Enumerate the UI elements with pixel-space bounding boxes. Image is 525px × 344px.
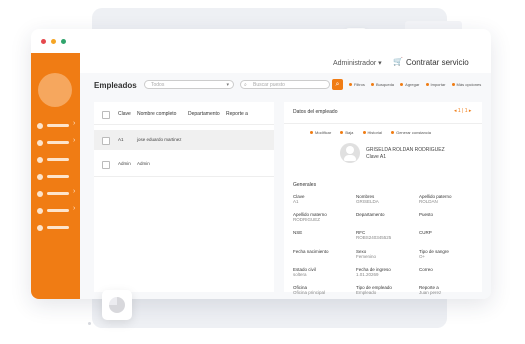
page-title: Empleados xyxy=(94,81,137,90)
field-value: GRISELDA xyxy=(356,199,379,204)
chevron-right-icon: › xyxy=(73,205,76,212)
top-bar: Administrador ▾ 🛒 Contratar servicio ✱ xyxy=(80,53,491,74)
dot-icon xyxy=(371,83,375,87)
employee-name: GRISELDA ROLDAN RODRIGUEZ xyxy=(366,147,445,153)
field-label: Correo xyxy=(419,267,433,272)
dot-icon xyxy=(340,131,344,135)
sidebar-item[interactable]: › xyxy=(35,120,79,130)
chevron-down-icon: ▾ xyxy=(226,82,229,88)
nav-icon xyxy=(37,140,43,146)
next-icon: ▸ xyxy=(467,108,472,114)
sidebar-item[interactable] xyxy=(35,173,79,181)
sidebar-item[interactable]: › xyxy=(35,137,79,147)
field-value: Empleado xyxy=(356,290,377,295)
field-value: 1.01.20269 xyxy=(356,272,379,277)
nav-icon xyxy=(37,174,43,180)
detail-title: Datos del empleado xyxy=(293,109,338,115)
column-header-nombre[interactable]: Nombre completo xyxy=(137,111,176,117)
filter-select[interactable]: Todos ▾ xyxy=(144,80,234,89)
main-content: Empleados Todos ▾ ⌕ Buscar puesto ⌕ Filtro… xyxy=(80,73,491,299)
chevron-right-icon: › xyxy=(73,188,76,195)
dot-icon xyxy=(400,83,404,87)
field-value: Oficina principal xyxy=(293,290,326,295)
dot-icon xyxy=(451,83,455,87)
minimize-dot[interactable] xyxy=(51,39,56,44)
field-value: Femenino xyxy=(356,254,377,259)
search-input[interactable]: ⌕ Buscar puesto xyxy=(240,80,330,89)
nav-icon xyxy=(37,225,43,231)
decorative-dot xyxy=(88,322,91,325)
table-row[interactable]: A1 jose eduardo martinez xyxy=(94,130,274,150)
dot-icon xyxy=(425,83,429,87)
sidebar: › › › › xyxy=(31,53,80,299)
select-all-checkbox[interactable] xyxy=(102,111,110,119)
field-label: Departamento xyxy=(356,212,385,217)
field-value: ROLDAN xyxy=(419,199,438,204)
sidebar-item[interactable]: › xyxy=(35,205,79,215)
employee-clave: Clave A1 xyxy=(366,154,387,160)
historial-action[interactable]: Historial xyxy=(362,130,382,135)
mas-opciones-action[interactable]: Más opciones xyxy=(451,82,481,87)
search-icon: ⌕ xyxy=(244,82,247,88)
cart-icon[interactable]: 🛒 xyxy=(393,58,403,66)
nav-icon xyxy=(37,191,43,197)
toolbar-actions: Filtros Busqueda Agregar Importar Más op… xyxy=(349,82,486,87)
baja-action[interactable]: Baja xyxy=(340,130,353,135)
field-label: Puesto xyxy=(419,212,434,217)
sidebar-item[interactable]: › xyxy=(35,188,79,198)
row-checkbox[interactable] xyxy=(102,161,110,169)
field-value: RODRIGUEZ xyxy=(293,217,320,222)
row-checkbox[interactable] xyxy=(102,137,110,145)
dot-icon xyxy=(310,131,313,135)
contratar-servicio-button[interactable]: Contratar servicio xyxy=(406,58,469,67)
field-label: Fecha nacimiento xyxy=(293,249,329,254)
modificar-action[interactable]: Modificar xyxy=(310,130,331,135)
nav-icon xyxy=(37,208,43,214)
pie-chart-icon xyxy=(109,297,125,313)
busqueda-action[interactable]: Busqueda xyxy=(371,82,394,87)
section-title: Generales xyxy=(293,182,317,188)
column-header-reporte[interactable]: Reporte a xyxy=(226,111,248,117)
nav-icon xyxy=(37,157,43,163)
agregar-action[interactable]: Agregar xyxy=(400,82,419,87)
chevron-right-icon: › xyxy=(73,120,76,127)
detail-actions: Modificar Baja Historial Generar constan… xyxy=(310,130,439,135)
maximize-dot[interactable] xyxy=(61,39,66,44)
dot-icon xyxy=(362,131,366,135)
filtros-action[interactable]: Filtros xyxy=(349,82,365,87)
importar-action[interactable]: Importar xyxy=(425,82,445,87)
employee-list: Clave Nombre completo Departamento Repor… xyxy=(94,102,274,292)
close-dot[interactable] xyxy=(41,39,46,44)
dot-icon xyxy=(391,131,395,135)
field-value: O+ xyxy=(419,254,426,259)
dot-icon xyxy=(349,83,352,87)
employee-avatar xyxy=(340,143,360,163)
field-value: A1 xyxy=(293,199,299,204)
field-value: ROBS240345525 xyxy=(356,235,392,240)
chevron-right-icon: › xyxy=(73,137,76,144)
field-label: NSE xyxy=(293,230,303,235)
employee-detail: Datos del empleado ◂ 1 | 1 ▸ Modificar B… xyxy=(284,102,482,295)
app-window: › › › › Administrador ▾ 🛒 Contratar serv… xyxy=(31,29,491,299)
avatar[interactable] xyxy=(38,73,72,107)
user-menu[interactable]: Administrador ▾ xyxy=(333,59,382,67)
field-value: Juan perez xyxy=(419,290,442,295)
nav-icon xyxy=(37,123,43,129)
field-value: soltera xyxy=(293,272,307,277)
title-bar xyxy=(31,29,491,53)
chart-card xyxy=(102,290,132,320)
detail-pager[interactable]: ◂ 1 | 1 ▸ xyxy=(454,108,471,114)
search-button[interactable]: ⌕ xyxy=(332,79,343,90)
sidebar-item[interactable] xyxy=(35,224,79,232)
field-label: CURP xyxy=(419,230,432,235)
column-header-clave[interactable]: Clave xyxy=(118,111,131,117)
table-row[interactable]: Admin Admin xyxy=(94,154,274,174)
sidebar-item[interactable] xyxy=(35,156,79,164)
column-header-departamento[interactable]: Departamento xyxy=(188,111,220,117)
generar-constancia-action[interactable]: Generar constancia xyxy=(391,130,431,135)
